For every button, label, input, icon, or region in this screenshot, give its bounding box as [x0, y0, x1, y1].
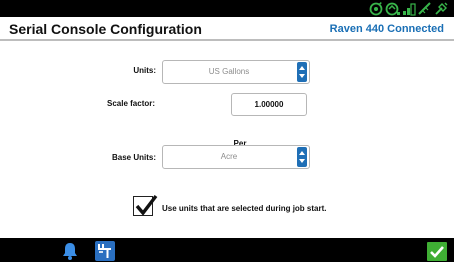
page-title: Serial Console Configuration [9, 21, 202, 37]
status-bar [0, 0, 454, 17]
accept-button[interactable] [427, 242, 447, 261]
bar-graph-icon [403, 2, 416, 16]
signal-icon [385, 2, 400, 15]
units-value: US Gallons [208, 67, 250, 76]
base-units-value: Acre [220, 152, 238, 161]
bell-icon [63, 243, 77, 260]
units-label: Units: [133, 66, 156, 75]
units-button[interactable] [95, 241, 115, 261]
check-icon [430, 246, 444, 258]
scale-factor-label: Scale factor: [107, 99, 156, 108]
base-units-select[interactable]: Acre [162, 145, 310, 169]
up-down-arrows-icon [299, 151, 305, 163]
base-units-spinner[interactable] [297, 147, 307, 167]
gps-status-icon [369, 1, 383, 15]
alarm-button[interactable] [60, 241, 80, 261]
checkmark-icon [135, 194, 158, 216]
status-icons [369, 1, 448, 16]
units-spinner[interactable] [297, 62, 307, 82]
up-down-arrows-icon [299, 66, 305, 78]
units-icon [98, 244, 111, 258]
ruler-icon [418, 1, 431, 15]
scale-factor-input[interactable]: 1.00000 [231, 93, 307, 116]
base-units-label: Base Units: [111, 153, 156, 162]
title-bar: Serial Console Configuration Raven 440 C… [0, 17, 454, 41]
tool-icon [435, 2, 448, 15]
use-job-units-label: Use units that are selected during job s… [162, 204, 327, 213]
use-job-units-checkbox[interactable] [133, 194, 158, 216]
connection-status: Raven 440 Connected [329, 23, 444, 35]
units-select[interactable]: US Gallons [162, 60, 310, 84]
